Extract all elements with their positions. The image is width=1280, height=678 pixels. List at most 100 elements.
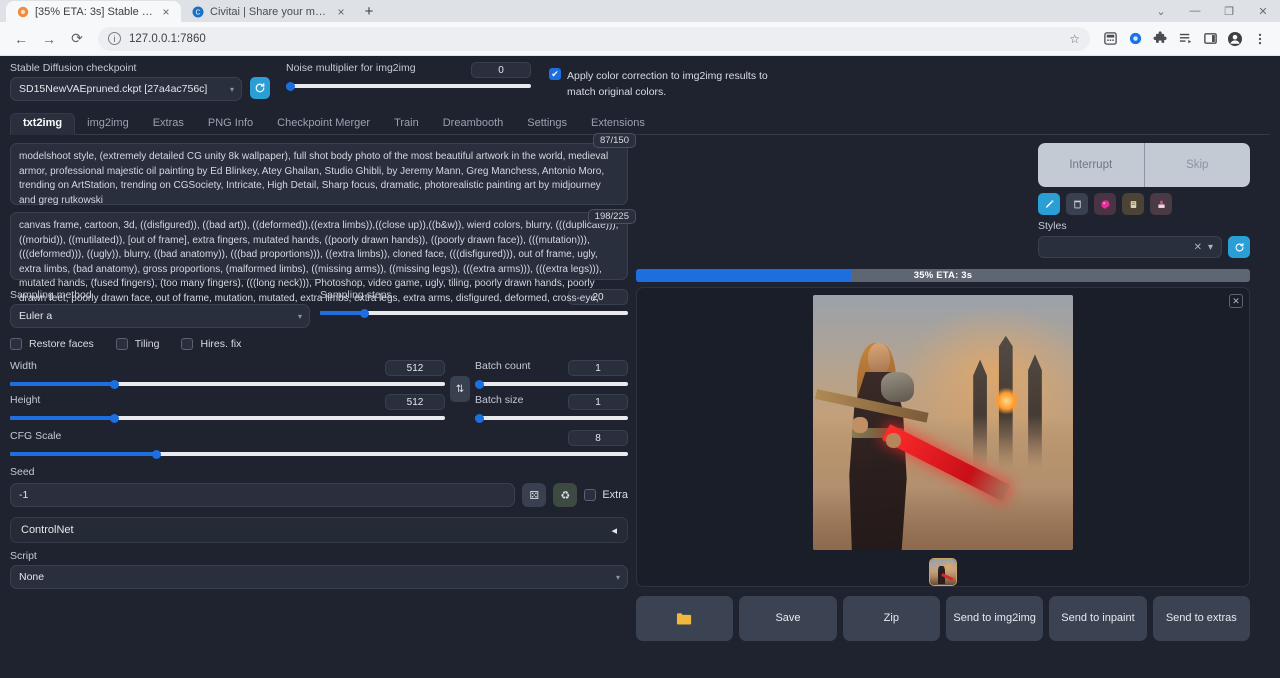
palette-icon[interactable] [1094,193,1116,215]
height-slider[interactable] [10,416,445,420]
batch-count-value[interactable]: 1 [568,360,628,376]
chevron-down-icon: ▾ [298,312,302,321]
site-info-icon[interactable]: i [108,32,121,45]
maximize-button[interactable]: ❐ [1212,5,1246,18]
negative-prompt-input[interactable]: canvas frame, cartoon, 3d, ((disfigured)… [10,212,628,280]
browser-tab-civitai[interactable]: C Civitai | Share your models × [181,1,356,22]
height-value[interactable]: 512 [385,394,445,410]
reuse-seed-recycle-icon[interactable]: ♻ [553,483,577,507]
top-controls-row: Stable Diffusion checkpoint SD15NewVAEpr… [10,62,1270,104]
address-bar[interactable]: i 127.0.0.1:7860 ☆ [98,27,1090,51]
close-icon[interactable]: × [159,5,173,19]
script-select[interactable]: None ▾ [10,565,628,589]
refresh-checkpoints-button[interactable] [250,77,270,99]
positive-token-counter: 87/150 [593,133,636,148]
width-value[interactable]: 512 [385,360,445,376]
bookmark-icon[interactable]: ☆ [1069,32,1080,46]
swap-dimensions-button[interactable]: ⇅ [450,376,470,402]
reload-icon[interactable]: ⟳ [64,26,90,52]
cfg-scale-slider[interactable] [10,452,628,456]
tab-extras[interactable]: Extras [141,114,196,134]
extra-checkbox[interactable] [584,489,596,501]
sidepanel-icon[interactable] [1198,27,1222,51]
width-slider[interactable] [10,382,445,386]
random-seed-dice-icon[interactable]: ⚄ [522,483,546,507]
profile-avatar-icon[interactable] [1223,27,1247,51]
batch-size-value[interactable]: 1 [568,394,628,410]
clipboard-icon[interactable] [1122,193,1144,215]
forward-icon[interactable]: → [36,26,62,52]
new-tab-button[interactable]: + [356,1,382,22]
script-group: Script None ▾ [10,550,628,589]
preview-image[interactable] [813,295,1073,550]
save-button[interactable]: Save [739,596,836,641]
send-to-inpaint-button[interactable]: Send to inpaint [1049,596,1146,641]
save-style-icon[interactable] [1150,193,1172,215]
reading-list-icon[interactable] [1173,27,1197,51]
tiling-checkbox[interactable] [116,338,128,350]
gallery-thumbnail[interactable] [929,558,957,586]
hires-fix-toggle[interactable]: Hires. fix [181,338,241,350]
main-tab-bar: txt2img img2img Extras PNG Info Checkpoi… [10,112,1270,135]
close-icon[interactable]: × [334,5,348,19]
negative-prompt-row: 198/225 canvas frame, cartoon, 3d, ((dis… [10,212,628,280]
hires-fix-checkbox[interactable] [181,338,193,350]
tab-extensions[interactable]: Extensions [579,114,657,134]
tab-png-info[interactable]: PNG Info [196,114,265,134]
refresh-styles-button[interactable] [1228,236,1250,258]
open-folder-button[interactable] [636,596,733,641]
checkpoint-select[interactable]: SD15NewVAEpruned.ckpt [27a4ac756c] ▾ [10,77,242,101]
paintbrush-icon[interactable] [1038,193,1060,215]
prompt-tools-row [1038,193,1250,215]
color-correction-group[interactable]: ✔ Apply color correction to img2img resu… [549,68,774,101]
height-group: Height 512 [10,394,445,420]
sampling-method-select[interactable]: Euler a ▾ [10,304,310,328]
civitai-favicon: C [191,5,204,18]
color-correction-checkbox[interactable]: ✔ [549,68,561,80]
positive-prompt-input[interactable]: modelshoot style, (extremely detailed CG… [10,143,628,205]
dimensions-row: Width 512 Height 512 [10,360,628,420]
puzzle-icon[interactable] [1148,27,1172,51]
back-icon[interactable]: ← [8,26,34,52]
seed-input[interactable]: -1 [10,483,515,507]
extension-blue-icon[interactable] [1123,27,1147,51]
minimize-button[interactable]: — [1178,5,1212,17]
extra-seed-toggle[interactable]: Extra [584,489,628,501]
browser-toolbar-icons [1098,27,1272,51]
send-to-img2img-button[interactable]: Send to img2img [946,596,1043,641]
zip-button[interactable]: Zip [843,596,940,641]
more-menu-icon[interactable] [1248,27,1272,51]
close-window-button[interactable]: ✕ [1246,5,1280,18]
skip-button[interactable]: Skip [1145,143,1251,187]
send-to-extras-button[interactable]: Send to extras [1153,596,1250,641]
batch-size-slider[interactable] [475,416,628,420]
restore-faces-checkbox[interactable] [10,338,22,350]
interrupt-button[interactable]: Interrupt [1038,143,1144,187]
tab-checkpoint-merger[interactable]: Checkpoint Merger [265,114,382,134]
cfg-scale-value[interactable]: 8 [568,430,628,446]
tab-train[interactable]: Train [382,114,431,134]
chevron-down-icon: ▾ [230,85,234,94]
calculator-icon[interactable] [1098,27,1122,51]
sampling-method-value: Euler a [19,310,52,322]
clear-styles-icon[interactable]: ✕ [1194,242,1202,253]
noise-multiplier-slider[interactable] [286,84,531,88]
gallery-thumbnail-strip [929,558,957,586]
tab-img2img[interactable]: img2img [75,114,141,134]
tab-txt2img[interactable]: txt2img [10,113,75,135]
browser-navigation-toolbar: ← → ⟳ i 127.0.0.1:7860 ☆ [0,22,1280,56]
controlnet-accordion[interactable]: ControlNet ◂ [10,517,628,543]
browser-tab-stable-diffusion[interactable]: [35% ETA: 3s] Stable Diffusion × [6,1,181,22]
width-height-group: Width 512 Height 512 [10,360,445,420]
batch-count-slider[interactable] [475,382,628,386]
trash-icon[interactable] [1066,193,1088,215]
noise-multiplier-value[interactable]: 0 [471,62,531,78]
styles-select[interactable]: ✕ ▾ [1038,236,1222,258]
tiling-toggle[interactable]: Tiling [116,338,160,350]
close-gallery-icon[interactable]: ✕ [1229,294,1243,308]
tab-settings[interactable]: Settings [515,114,579,134]
tab-search-icon[interactable]: ⌄ [1144,5,1178,18]
tab-dreambooth[interactable]: Dreambooth [431,114,516,134]
sampling-steps-slider[interactable] [320,311,628,315]
restore-faces-toggle[interactable]: Restore faces [10,338,94,350]
